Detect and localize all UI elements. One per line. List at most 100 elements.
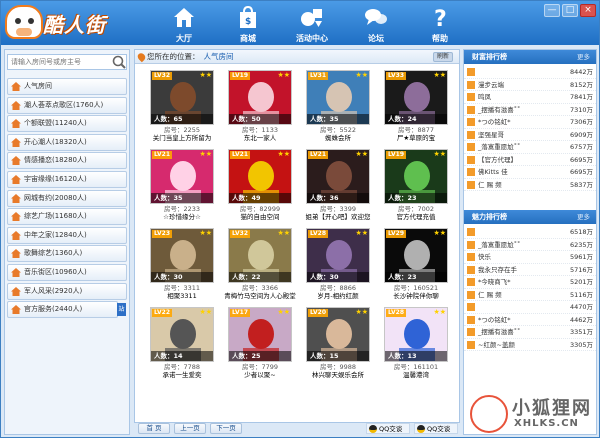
room-card[interactable]: LV29 ★★ 人数：23 房号：160521 长沙钟院伴你聊 bbox=[377, 228, 455, 306]
maximize-button[interactable]: □ bbox=[562, 4, 578, 17]
room-card[interactable]: LV32 ★★ 人数：22 房号：3366 青梅竹马空间为人心殿堂 bbox=[221, 228, 299, 306]
category-item[interactable]: 宇宙缘缘(16120人) bbox=[7, 170, 127, 188]
ranking-row[interactable]: 仁 赐 频 5116万 bbox=[464, 289, 596, 301]
room-thumbnail[interactable]: LV28 ★★ 人数：30 bbox=[306, 228, 370, 283]
room-name[interactable]: 温馨港湾 bbox=[377, 371, 455, 380]
charm-more-link[interactable]: 更多 bbox=[577, 210, 590, 224]
ranking-row[interactable]: _落寞重愿尬˚˚ 6235万 bbox=[464, 239, 596, 251]
minimize-button[interactable]: — bbox=[544, 4, 560, 17]
category-item[interactable]: 中年之家(12840人) bbox=[7, 226, 127, 244]
room-thumbnail[interactable]: LV19 ★★ 人数：23 bbox=[384, 149, 448, 204]
room-thumbnail[interactable]: LV17 ★★ 人数：25 bbox=[228, 307, 292, 362]
ranking-row[interactable]: 6518万 bbox=[464, 226, 596, 239]
ranking-row[interactable]: 坚强星哥 6909万 bbox=[464, 129, 596, 141]
room-thumbnail[interactable]: LV31 ★★ 人数：35 bbox=[306, 70, 370, 125]
category-item[interactable]: 个额联盟(11240人) bbox=[7, 115, 127, 133]
room-name[interactable]: 长沙钟院伴你聊 bbox=[377, 292, 455, 301]
room-thumbnail[interactable]: LV32 ★★ 人数：65 bbox=[150, 70, 214, 125]
ranking-row[interactable]: _摆播有滋喜˚˚ 3351万 bbox=[464, 326, 596, 339]
room-name[interactable]: ☆珍惜缘分☆ bbox=[143, 213, 221, 222]
ranking-row[interactable]: 漫步云端 8152万 bbox=[464, 79, 596, 91]
room-card[interactable]: LV21 ★★ 人数：36 房号：3399 姐弟【开心吧】欢迎您 bbox=[299, 149, 377, 227]
room-card[interactable]: LV31 ★★ 人数：35 房号：5522 蜘蛛会所 bbox=[299, 70, 377, 148]
nav-activity-center[interactable]: 活动中心 bbox=[285, 1, 339, 45]
category-item[interactable]: 开心潮人(18320人) bbox=[7, 133, 127, 151]
room-card[interactable]: LV28 ★★ 人数：13 房号：161101 温馨港湾 bbox=[377, 307, 455, 385]
room-card[interactable]: LV22 ★★ 人数：14 房号：7788 承诺一生爱奕 bbox=[143, 307, 221, 385]
room-card[interactable]: LV20 ★★ 人数：15 房号：9988 林兴聊天娱乐会所 bbox=[299, 307, 377, 385]
room-card[interactable]: LV23 ★★ 人数：30 房号：3311 相聚3311 bbox=[143, 228, 221, 306]
room-thumbnail[interactable]: LV20 ★★ 人数：15 bbox=[306, 307, 370, 362]
room-search-input[interactable] bbox=[7, 54, 127, 70]
nav-lobby[interactable]: 大厅 bbox=[157, 1, 211, 45]
category-item[interactable]: 网城有约(20080人) bbox=[7, 189, 127, 207]
room-thumbnail[interactable]: LV19 ★★ 人数：50 bbox=[228, 70, 292, 125]
room-thumbnail[interactable]: LV29 ★★ 人数：23 bbox=[384, 228, 448, 283]
room-card[interactable]: LV21 ★★ 人数：35 房号：2233 ☆珍惜缘分☆ bbox=[143, 149, 221, 227]
wealth-more-link[interactable]: 更多 bbox=[577, 50, 590, 64]
room-name[interactable]: 姐弟【开心吧】欢迎您 bbox=[299, 213, 377, 222]
room-thumbnail[interactable]: LV21 ★★ 人数：36 bbox=[306, 149, 370, 204]
ranking-row[interactable]: _落寞重愿尬˚˚ 6757万 bbox=[464, 141, 596, 154]
nav-forum[interactable]: 论坛 bbox=[349, 1, 403, 45]
room-name[interactable]: 林兴聊天娱乐会所 bbox=[299, 371, 377, 380]
room-thumbnail[interactable]: LV33 ★★ 人数：24 bbox=[384, 70, 448, 125]
room-thumbnail[interactable]: LV23 ★★ 人数：30 bbox=[150, 228, 214, 283]
first-page-button[interactable]: 首 页 bbox=[138, 423, 170, 434]
room-thumbnail[interactable]: LV21 ★★ 人数：35 bbox=[150, 149, 214, 204]
ranking-row[interactable]: 我永只存在手 5716万 bbox=[464, 264, 596, 276]
close-button[interactable]: × bbox=[580, 4, 596, 17]
room-card[interactable]: LV33 ★★ 人数：24 房号：8877 尸★草原的宝 bbox=[377, 70, 455, 148]
category-item[interactable]: 潮人荟萃点歌区(1760人) bbox=[7, 96, 127, 114]
room-name[interactable]: 岁月-相约红颜 bbox=[299, 292, 377, 301]
room-name[interactable]: 东北一家人 bbox=[221, 134, 299, 143]
room-thumbnail[interactable]: LV22 ★★ 人数：14 bbox=[150, 307, 214, 362]
ranking-row[interactable]: 【官方代理】 6695万 bbox=[464, 154, 596, 166]
room-name[interactable]: 尸★草原的宝 bbox=[377, 134, 455, 143]
ranking-row[interactable]: 快乐 5961万 bbox=[464, 251, 596, 264]
category-item[interactable]: 音乐街区(10960人) bbox=[7, 263, 127, 281]
category-item[interactable]: 综艺广场(11680人) bbox=[7, 208, 127, 226]
next-page-button[interactable]: 下一页 bbox=[210, 423, 242, 434]
room-card[interactable]: LV32 ★★ 人数：65 房号：2255 关门当皇上方所留为 bbox=[143, 70, 221, 148]
ranking-row[interactable]: 仁 赐 频 5837万 bbox=[464, 179, 596, 191]
room-name[interactable]: 猫的自由空间 bbox=[221, 213, 299, 222]
room-name[interactable]: 相聚3311 bbox=[143, 292, 221, 301]
room-name[interactable]: 蜘蛛会所 bbox=[299, 134, 377, 143]
room-name[interactable]: 关门当皇上方所留为 bbox=[143, 134, 221, 143]
ranking-row[interactable]: ~红颜~盖颜 3305万 bbox=[464, 339, 596, 351]
nav-help[interactable]: ? 帮助 bbox=[413, 1, 467, 45]
category-item[interactable]: 情感播恋(18280人) bbox=[7, 152, 127, 170]
room-thumbnail[interactable]: LV32 ★★ 人数：22 bbox=[228, 228, 292, 283]
room-name[interactable]: 少者以聚~ bbox=[221, 371, 299, 380]
prev-page-button[interactable]: 上一页 bbox=[174, 423, 206, 434]
room-thumbnail[interactable]: LV28 ★★ 人数：13 bbox=[384, 307, 448, 362]
category-item[interactable]: 人气房间 bbox=[7, 78, 127, 95]
ranking-row[interactable]: 鸣凤 7841万 bbox=[464, 91, 596, 104]
qq-chat-button[interactable]: QQ交谈 bbox=[366, 423, 410, 434]
room-card[interactable]: LV19 ★★ 人数：50 房号：1133 东北一家人 bbox=[221, 70, 299, 148]
ranking-row[interactable]: 4470万 bbox=[464, 301, 596, 314]
room-card[interactable]: LV17 ★★ 人数：25 房号：7799 少者以聚~ bbox=[221, 307, 299, 385]
room-thumbnail[interactable]: LV21 ★★ 人数：49 bbox=[228, 149, 292, 204]
room-name[interactable]: 青梅竹马空间为人心殿堂 bbox=[221, 292, 299, 301]
room-card[interactable]: LV21 ★★ 人数：49 房号：82999 猫的自由空间 bbox=[221, 149, 299, 227]
refresh-button[interactable]: 刷新 bbox=[433, 52, 453, 62]
nav-shop[interactable]: $ 商城 bbox=[221, 1, 275, 45]
room-card[interactable]: LV28 ★★ 人数：30 房号：8866 岁月-相约红颜 bbox=[299, 228, 377, 306]
ranking-row[interactable]: 8442万 bbox=[464, 66, 596, 79]
category-item[interactable]: 官方服务(2440人) 站 bbox=[7, 301, 126, 319]
room-card[interactable]: LV19 ★★ 人数：23 房号：7002 官方代理充值 bbox=[377, 149, 455, 227]
station-tag[interactable]: 站 bbox=[117, 303, 126, 317]
ranking-row[interactable]: *つの铭虹* 7306万 bbox=[464, 116, 596, 129]
ranking-row[interactable]: *つの铭虹* 4462万 bbox=[464, 314, 596, 326]
ranking-row[interactable]: 佛Kitts 佳 6695万 bbox=[464, 166, 596, 179]
search-icon[interactable] bbox=[111, 54, 127, 70]
category-item[interactable]: 歌舞综艺(1360人) bbox=[7, 245, 127, 263]
category-item[interactable]: 军人风采(2920人) bbox=[7, 282, 127, 300]
ranking-row[interactable]: *今晓商飞* 5201万 bbox=[464, 276, 596, 289]
room-name[interactable]: 承诺一生爱奕 bbox=[143, 371, 221, 380]
room-name[interactable]: 官方代理充值 bbox=[377, 213, 455, 222]
ranking-row[interactable]: _摆播有滋喜˚˚ 7310万 bbox=[464, 104, 596, 116]
qq-chat-button[interactable]: QQ交谈 bbox=[414, 423, 458, 434]
